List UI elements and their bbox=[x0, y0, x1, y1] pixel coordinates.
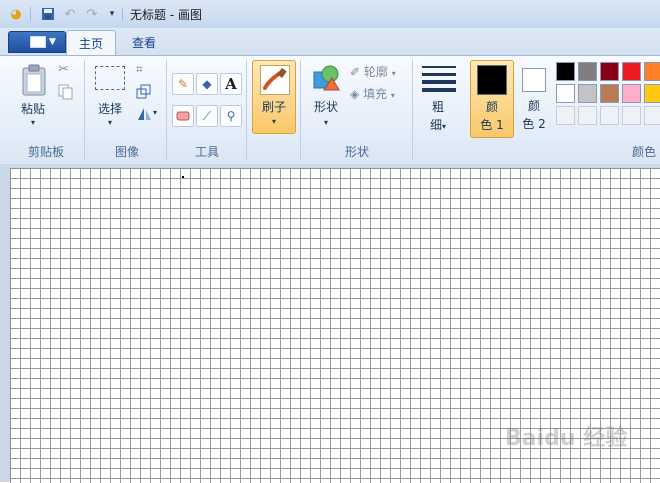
clipboard-icon bbox=[22, 64, 46, 96]
window-title: 无标题 - 画图 bbox=[130, 8, 202, 22]
color2-button[interactable]: 颜 色 2 bbox=[516, 60, 552, 136]
color-swatch[interactable] bbox=[622, 84, 641, 103]
divider bbox=[30, 7, 31, 21]
outline-label: 轮廓 bbox=[363, 65, 388, 79]
color2-label-line2: 色 2 bbox=[522, 117, 546, 131]
color-swatch[interactable] bbox=[556, 62, 575, 81]
chevron-down-icon: ▾ bbox=[153, 108, 158, 117]
application-menu-button[interactable]: ▼ bbox=[8, 31, 66, 53]
save-icon[interactable] bbox=[40, 6, 56, 22]
shapes-button[interactable]: 形状 ▾ bbox=[306, 62, 346, 132]
fill-label: 填充 bbox=[363, 87, 388, 101]
group-separator bbox=[412, 60, 413, 160]
chevron-down-icon: ▼ bbox=[49, 37, 56, 47]
color1-button[interactable]: 颜 色 1 bbox=[470, 60, 514, 138]
color-swatch[interactable] bbox=[644, 84, 660, 103]
copy-icon[interactable] bbox=[58, 84, 74, 100]
outline-icon: ✐ bbox=[350, 65, 361, 79]
paste-label: 粘贴 bbox=[20, 102, 45, 116]
menu-icon bbox=[30, 36, 46, 48]
chevron-down-icon: ▾ bbox=[442, 122, 447, 131]
redo-icon[interactable]: ↷ bbox=[84, 6, 100, 22]
color1-label-line1: 颜 bbox=[485, 100, 498, 114]
group-separator bbox=[300, 60, 301, 160]
text-tool-icon[interactable]: A bbox=[220, 73, 242, 95]
eraser-icon[interactable] bbox=[172, 105, 194, 127]
fill-button[interactable]: ◈ 填充 ▾ bbox=[350, 85, 408, 101]
color-swatch[interactable] bbox=[600, 62, 619, 81]
image-group-label: 图像 bbox=[114, 145, 139, 159]
tab-view[interactable]: 查看 bbox=[120, 30, 168, 55]
brush-icon bbox=[260, 65, 290, 95]
fill-bucket-icon[interactable]: ◆ bbox=[196, 73, 218, 95]
custom-color-slot[interactable] bbox=[622, 106, 641, 125]
color-swatch[interactable] bbox=[622, 62, 641, 81]
tab-home[interactable]: 主页 bbox=[66, 30, 116, 56]
custom-color-slot[interactable] bbox=[578, 106, 597, 125]
group-separator bbox=[84, 60, 85, 160]
colors-group-label: 颜色 bbox=[631, 145, 656, 159]
paste-button[interactable]: 粘贴 ▾ bbox=[14, 62, 52, 144]
color2-label-line1: 颜 bbox=[527, 99, 540, 113]
outline-button[interactable]: ✐ 轮廓 ▾ bbox=[350, 63, 408, 79]
clipboard-group-label: 剪贴板 bbox=[27, 145, 64, 159]
selection-icon bbox=[95, 66, 125, 90]
chevron-down-icon: ▾ bbox=[323, 118, 328, 127]
select-button[interactable]: 选择 ▾ bbox=[92, 62, 128, 132]
custom-color-slot[interactable] bbox=[644, 106, 660, 125]
cursor-dot bbox=[182, 176, 184, 178]
shapes-icon bbox=[313, 65, 340, 91]
size-label-line1: 粗 bbox=[431, 100, 444, 114]
line-width-icon bbox=[422, 66, 456, 92]
group-separator bbox=[246, 60, 247, 160]
chevron-down-icon: ▾ bbox=[391, 69, 396, 78]
chevron-down-icon: ▾ bbox=[107, 118, 112, 127]
watermark: Baidu 经验 bbox=[505, 426, 628, 451]
paint-app-icon[interactable]: ◕ bbox=[8, 6, 24, 22]
rotate-button[interactable]: ▾ bbox=[136, 106, 160, 122]
divider bbox=[122, 7, 123, 21]
magnifier-icon[interactable]: ⚲ bbox=[220, 105, 242, 127]
fill-icon: ◈ bbox=[350, 87, 360, 101]
brushes-label: 刷子 bbox=[261, 100, 286, 114]
color1-label-line2: 色 1 bbox=[480, 118, 504, 132]
custom-color-slot[interactable] bbox=[600, 106, 619, 125]
customize-dropdown-icon[interactable]: ▾ bbox=[104, 6, 120, 22]
shapes-group-label: 形状 bbox=[344, 145, 369, 159]
select-label: 选择 bbox=[97, 102, 122, 116]
color-swatch[interactable] bbox=[578, 62, 597, 81]
resize-icon[interactable] bbox=[136, 84, 152, 100]
color-picker-icon[interactable]: ⟋ bbox=[196, 105, 218, 127]
chevron-down-icon: ▾ bbox=[30, 118, 35, 127]
color-swatch[interactable] bbox=[644, 62, 660, 81]
pencil-icon[interactable]: ✎ bbox=[172, 73, 194, 95]
color-swatch[interactable] bbox=[578, 84, 597, 103]
color-palette bbox=[556, 62, 660, 128]
undo-icon[interactable]: ↶ bbox=[62, 6, 78, 22]
chevron-down-icon: ▾ bbox=[271, 117, 276, 126]
color1-swatch bbox=[477, 65, 507, 95]
rotate-icon bbox=[138, 108, 151, 120]
custom-color-slot[interactable] bbox=[556, 106, 575, 125]
color-swatch[interactable] bbox=[556, 84, 575, 103]
brushes-button[interactable]: 刷子 ▾ bbox=[252, 60, 296, 134]
size-button[interactable]: 粗 细▾ bbox=[418, 62, 462, 134]
tools-group-label: 工具 bbox=[194, 145, 219, 159]
chevron-down-icon: ▾ bbox=[390, 91, 395, 100]
color2-swatch bbox=[522, 68, 546, 92]
size-label-line2: 细▾ bbox=[429, 118, 447, 132]
crop-icon[interactable]: ⌗ bbox=[136, 62, 152, 78]
cut-icon[interactable]: ✂ bbox=[58, 62, 74, 78]
shapes-label: 形状 bbox=[313, 100, 338, 114]
color-swatch[interactable] bbox=[600, 84, 619, 103]
group-separator bbox=[166, 60, 167, 160]
